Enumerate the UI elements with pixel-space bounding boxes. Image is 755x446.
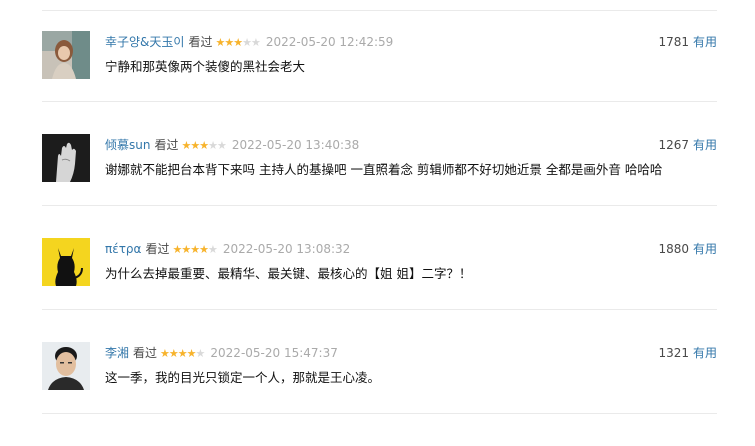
author-link[interactable]: 幸子양&天玉이 xyxy=(105,35,184,49)
watch-status: 看过 xyxy=(188,35,213,49)
rating-stars: ★★★★★ xyxy=(215,33,261,51)
comment-item: 倾慕sun 看过 ★★★★★ 2022-05-20 13:40:38 1267 有用 谢… xyxy=(42,134,717,238)
comment-time: 2022-05-20 13:40:38 xyxy=(231,138,360,152)
useful-button[interactable]: 有用 xyxy=(693,138,717,152)
star-empty-icon: ★ xyxy=(207,243,218,256)
girl-photo-avatar[interactable] xyxy=(42,31,90,79)
star-empty-icon: ★ xyxy=(242,36,252,49)
comment-time: 2022-05-20 13:08:32 xyxy=(222,242,351,256)
rating-stars: ★★★★★ xyxy=(160,344,206,362)
comment-text: 谢娜就不能把台本背下来吗 主持人的基操吧 一直照着念 剪辑师都不好切她近景 全都… xyxy=(105,162,663,177)
star-filled-icon: ★ xyxy=(168,347,179,360)
comment-item: 李湘 看过 ★★★★★ 2022-05-20 15:47:37 1321 有用 这一季，… xyxy=(42,342,717,446)
star-filled-icon: ★ xyxy=(186,347,197,360)
divider xyxy=(42,101,717,102)
vote-count: 1781 xyxy=(658,35,689,49)
divider xyxy=(42,205,717,206)
comment-meta: 李湘 看过 ★★★★★ 2022-05-20 15:47:37 xyxy=(105,344,338,362)
useful-button[interactable]: 有用 xyxy=(693,35,717,49)
star-empty-icon: ★ xyxy=(195,347,206,360)
star-filled-icon: ★ xyxy=(199,243,209,256)
useful-button[interactable]: 有用 xyxy=(693,242,717,256)
watch-status: 看过 xyxy=(154,138,179,152)
comment-time: 2022-05-20 15:47:37 xyxy=(210,346,338,360)
comment-text: 宁静和那英像两个装傻的黑社会老大 xyxy=(105,59,306,74)
vote-count: 1267 xyxy=(658,138,689,152)
vote-count: 1321 xyxy=(658,346,689,360)
author-link[interactable]: πέτρα xyxy=(105,242,141,256)
top-divider xyxy=(42,10,717,11)
star-filled-icon: ★ xyxy=(224,36,234,49)
watch-status: 看过 xyxy=(145,242,170,256)
author-link[interactable]: 李湘 xyxy=(105,346,129,360)
useful-button[interactable]: 有用 xyxy=(693,346,717,360)
vote-count: 1880 xyxy=(658,242,689,256)
comment-item: πέτρα 看过 ★★★★★ 2022-05-20 13:08:32 1880 有用 为… xyxy=(42,238,717,342)
comment-text: 这一季，我的目光只锁定一个人，那就是王心凌。 xyxy=(105,370,381,385)
comment-meta: 倾慕sun 看过 ★★★★★ 2022-05-20 13:40:38 xyxy=(105,136,359,154)
star-filled-icon: ★ xyxy=(190,139,200,152)
man-portrait-avatar[interactable] xyxy=(42,342,90,390)
star-filled-icon: ★ xyxy=(190,243,200,256)
vote-area: 1880 有用 xyxy=(658,240,717,258)
star-filled-icon: ★ xyxy=(215,36,225,49)
author-link[interactable]: 倾慕sun xyxy=(105,138,150,152)
vote-area: 1781 有用 xyxy=(658,33,717,51)
star-filled-icon: ★ xyxy=(199,139,209,152)
comment-meta: 幸子양&天玉이 看过 ★★★★★ 2022-05-20 12:42:59 xyxy=(105,33,393,51)
comment-text: 为什么去掉最重要、最精华、最关键、最核心的【姐 姐】二字？！ xyxy=(105,266,472,281)
rating-stars: ★★★★★ xyxy=(172,240,218,258)
vote-area: 1321 有用 xyxy=(658,344,717,362)
star-empty-icon: ★ xyxy=(216,139,227,152)
star-filled-icon: ★ xyxy=(233,36,243,49)
watch-status: 看过 xyxy=(133,346,158,360)
comment-time: 2022-05-20 12:42:59 xyxy=(265,35,394,49)
divider xyxy=(42,413,717,414)
star-filled-icon: ★ xyxy=(177,347,188,360)
hand-photo-avatar[interactable] xyxy=(42,134,90,182)
rating-stars: ★★★★★ xyxy=(181,136,227,154)
vote-area: 1267 有用 xyxy=(658,136,717,154)
divider xyxy=(42,309,717,310)
comment-item: 幸子양&天玉이 看过 ★★★★★ 2022-05-20 12:42:59 1781 有用… xyxy=(42,31,717,135)
devil-silhouette-avatar[interactable] xyxy=(42,238,90,286)
star-filled-icon: ★ xyxy=(160,347,170,360)
star-empty-icon: ★ xyxy=(250,36,261,49)
comment-meta: πέτρα 看过 ★★★★★ 2022-05-20 13:08:32 xyxy=(105,240,350,258)
star-empty-icon: ★ xyxy=(208,139,218,152)
star-filled-icon: ★ xyxy=(181,243,191,256)
